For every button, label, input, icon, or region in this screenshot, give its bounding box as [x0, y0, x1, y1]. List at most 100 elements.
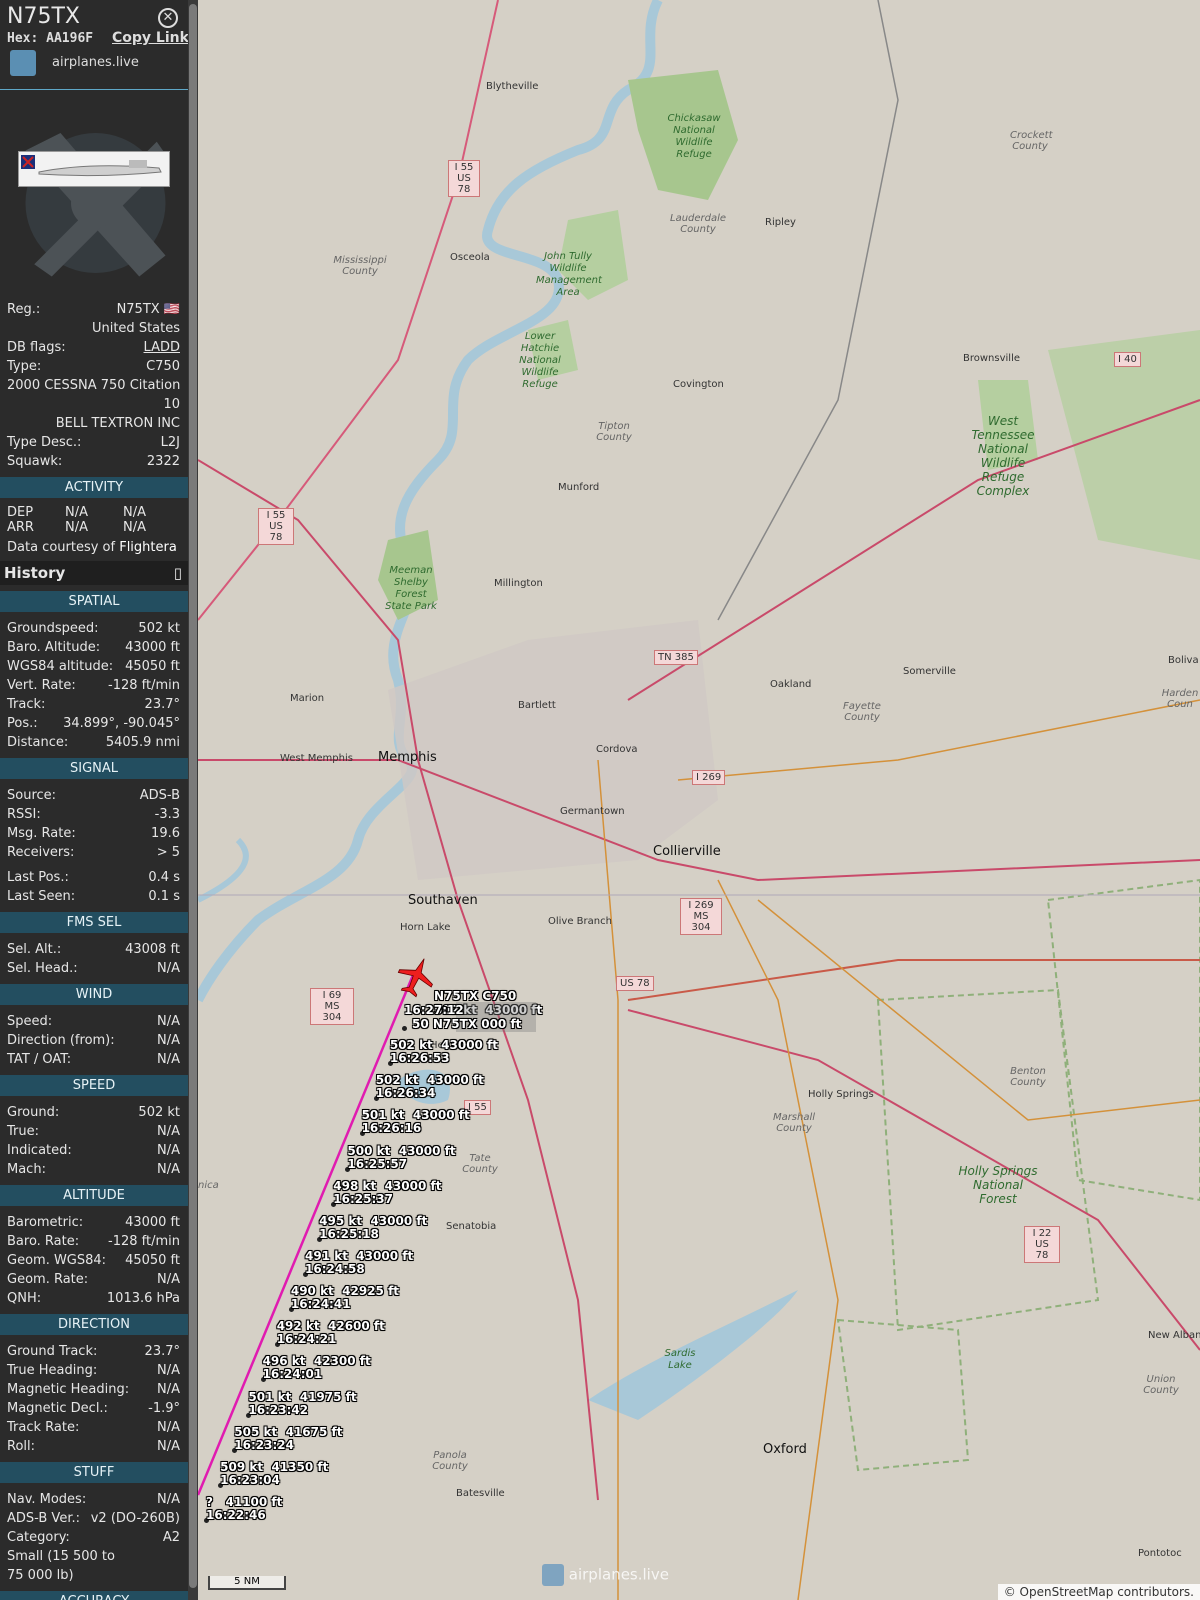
copy-link-button[interactable]: Copy Link: [112, 30, 188, 46]
aircraft-photo[interactable]: [18, 151, 170, 187]
place-label: Senatobia: [446, 1221, 497, 1232]
detail-key: Receivers:: [7, 845, 75, 860]
track-ghost-label: 50 N75TX 000 ft: [412, 1017, 522, 1031]
county-label: nica: [198, 1180, 219, 1191]
county-label: Marshall County: [772, 1112, 816, 1134]
detail-key: Groundspeed:: [7, 621, 99, 636]
detail-row: ADS-B Ver.: v2 (DO-260B): [0, 1509, 188, 1528]
park-label: Chickasaw National Wildlife Refuge: [667, 113, 721, 160]
park-label: West Tennessee National Wildlife Refuge …: [971, 414, 1035, 498]
detail-value: A2: [162, 1530, 180, 1545]
detail-value: ADS-B: [139, 788, 180, 803]
flightera-link[interactable]: Flightera: [119, 540, 177, 555]
detail-key: Geom. WGS84:: [7, 1253, 107, 1268]
place-label: Covington: [673, 379, 724, 390]
info-value[interactable]: LADD: [144, 340, 180, 355]
track-point-label: 498 kt 43000 ft 16:25:37: [333, 1178, 442, 1206]
history-toggle-icon[interactable]: ▯: [174, 564, 182, 582]
detail-row: QNH: 1013.6 hPa: [0, 1289, 188, 1308]
airplanes-live-logo-icon[interactable]: [10, 50, 36, 76]
detail-row: Mach: N/A: [0, 1160, 188, 1179]
place-label: Somerville: [903, 666, 956, 677]
route-shield: I 69 MS 304: [310, 988, 354, 1025]
detail-row: Indicated: N/A: [0, 1141, 188, 1160]
track-point-label: 16:27:12: [404, 1003, 464, 1017]
place-label: Munford: [558, 482, 600, 493]
sidebar-header: N75TX ✕ Hex: AA196F Copy Link airplanes.…: [0, 0, 188, 90]
watermark: airplanes.live: [542, 1564, 669, 1586]
detail-key: Track Rate:: [7, 1420, 80, 1435]
activity-section-header: ACTIVITY: [0, 477, 188, 498]
detail-row: TAT / OAT: N/A: [0, 1050, 188, 1069]
detail-key: Small (15 500 to: [7, 1549, 115, 1564]
detail-value: -3.3: [154, 807, 180, 822]
route-shield: I 55 US 78: [448, 160, 480, 197]
detail-value: N/A: [157, 1420, 180, 1435]
detail-key: Geom. Rate:: [7, 1272, 89, 1287]
detail-row: Sel. Alt.: 43008 ft: [0, 940, 188, 959]
detail-key: Sel. Head.:: [7, 961, 78, 976]
detail-value: 19.6: [151, 826, 180, 841]
detail-value: N/A: [157, 1014, 180, 1029]
detail-row: 75 000 lb): [0, 1566, 188, 1585]
county-label: Tipton County: [596, 421, 632, 443]
info-row: 2000 CESSNA 750 Citation: [0, 376, 188, 395]
detail-row: Msg. Rate: 19.6: [0, 824, 188, 843]
aircraft-icon[interactable]: [394, 955, 438, 999]
detail-row: True Heading: N/A: [0, 1361, 188, 1380]
info-value: N75TX 🇺🇸: [116, 302, 180, 317]
info-key: 2000 CESSNA 750 Citation: [7, 378, 181, 393]
section-header: ACCURACY: [0, 1591, 188, 1600]
city-memphis: Memphis: [378, 750, 437, 765]
map-attribution[interactable]: © OpenStreetMap contributors.: [997, 1584, 1200, 1600]
park-label: Holly Springs National Forest: [958, 1164, 1038, 1206]
detail-row: Last Seen: 0.1 s: [0, 887, 188, 906]
detail-value: 43000 ft: [125, 640, 180, 655]
detail-value: 0.1 s: [148, 889, 180, 904]
detail-row: Direction (from): N/A: [0, 1031, 188, 1050]
park-label: Sardis Lake: [664, 1348, 696, 1371]
detail-key: Pos.:: [7, 716, 38, 731]
park-label: Lower Hatchie National Wildlife Refuge: [519, 331, 561, 390]
detail-value: 1013.6 hPa: [106, 1291, 180, 1306]
section-header: STUFF: [0, 1462, 188, 1483]
airplanes-live-link[interactable]: airplanes.live: [52, 55, 139, 70]
place-label: Brownsville: [963, 353, 1021, 364]
close-icon[interactable]: ✕: [158, 8, 178, 28]
track-point-label: 502 kt 43000 ft 16:26:53: [389, 1038, 499, 1066]
detail-key: Ground Track:: [7, 1344, 98, 1359]
info-value: 10: [163, 397, 180, 412]
detail-value: N/A: [157, 1033, 180, 1048]
info-row: 10: [0, 395, 188, 414]
track-point[interactable]: [402, 1026, 407, 1031]
detail-row: Groundspeed: 502 kt: [0, 619, 188, 638]
detail-row: Barometric: 43000 ft: [0, 1213, 188, 1232]
detail-row: Ground: 502 kt: [0, 1103, 188, 1122]
county-label: Harden Coun: [1161, 688, 1199, 710]
sidebar-scrollbar-thumb[interactable]: [189, 4, 197, 1588]
info-key: DB flags:: [7, 340, 66, 355]
county-label: Tate County: [462, 1153, 498, 1175]
detail-row: Receivers: > 5: [0, 843, 188, 862]
track-point-label: 501 kt 41975 ft 16:23:42: [248, 1389, 357, 1417]
track-point-label: 500 kt 43000 ft 16:25:57: [347, 1143, 456, 1171]
detail-value: v2 (DO-260B): [90, 1511, 180, 1526]
info-value: 2322: [146, 454, 180, 469]
detail-value: N/A: [157, 1124, 180, 1139]
detail-value: 502 kt: [138, 621, 180, 636]
map-view[interactable]: Memphis Southaven Collierville Oxford Bl…: [198, 0, 1200, 1600]
place-label: Olive Branch: [548, 916, 612, 927]
route-shield: I 40: [1114, 352, 1141, 367]
detail-key: Indicated:: [7, 1143, 72, 1158]
detail-row: Track Rate: N/A: [0, 1418, 188, 1437]
detail-value: -1.9°: [148, 1401, 180, 1416]
section-header: SPEED: [0, 1075, 188, 1096]
place-label: Ripley: [765, 217, 796, 228]
place-label: Marion: [290, 693, 325, 704]
track-point-label: 509 kt 41350 ft 16:23:04: [220, 1459, 329, 1487]
track-point-label: 501 kt 43000 ft 16:26:16: [361, 1108, 470, 1136]
callsign-title: N75TX: [7, 4, 80, 29]
detail-key: Baro. Rate:: [7, 1234, 80, 1249]
route-shield: US 78: [616, 976, 654, 991]
history-header[interactable]: History ▯: [0, 561, 188, 585]
